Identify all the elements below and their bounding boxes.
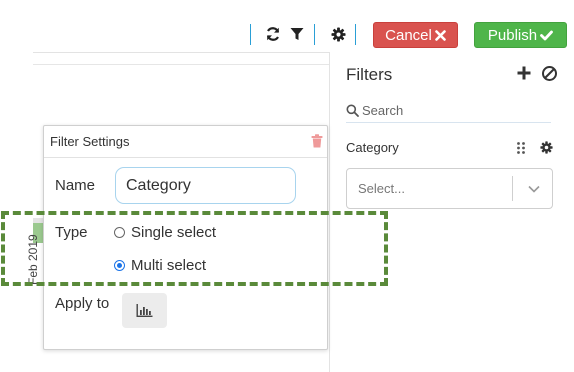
close-icon (435, 29, 446, 41)
add-filter-icon[interactable] (516, 65, 532, 81)
category-select[interactable]: Select... (346, 168, 553, 209)
canvas-divider (33, 64, 329, 65)
filter-search[interactable] (346, 99, 551, 123)
popup-header: Filter Settings (44, 126, 327, 158)
category-select-placeholder: Select... (358, 181, 405, 196)
select-divider (512, 176, 513, 201)
publish-button[interactable]: Publish (474, 22, 567, 48)
filters-panel: Filters Category Select... (329, 52, 574, 372)
category-filter-label: Category (346, 140, 399, 155)
radio-single-select[interactable]: Single select (114, 224, 216, 241)
bar-chart-icon (136, 304, 153, 317)
toolbar-separator (355, 24, 356, 45)
refresh-icon[interactable] (264, 25, 282, 43)
toolbar-separator (314, 24, 315, 45)
cancel-button[interactable]: Cancel (373, 22, 458, 48)
radio-button[interactable] (114, 260, 125, 271)
cancel-label: Cancel (385, 26, 432, 44)
search-icon (346, 104, 359, 117)
category-settings-icon[interactable] (540, 141, 553, 154)
popup-title: Filter Settings (50, 134, 130, 149)
trash-icon[interactable] (311, 134, 323, 148)
name-label: Name (55, 177, 96, 194)
radio-label: Single select (131, 224, 217, 241)
check-icon (540, 30, 553, 40)
toolbar: Cancel Publish (0, 0, 574, 52)
filter-icon[interactable] (288, 25, 306, 43)
filter-settings-popup: Filter Settings Name Type Single select … (43, 125, 328, 350)
publish-label: Publish (487, 26, 538, 44)
radio-multi-select[interactable]: Multi select (114, 257, 206, 274)
filters-title: Filters (346, 65, 393, 84)
radio-label: Multi select (131, 257, 207, 274)
toolbar-separator (250, 24, 251, 45)
clear-filters-icon[interactable] (541, 65, 558, 82)
radio-button[interactable] (114, 227, 125, 238)
chevron-down-icon (527, 182, 541, 196)
name-input[interactable] (115, 167, 296, 204)
gear-icon[interactable] (329, 25, 347, 43)
apply-to-chart-button[interactable] (122, 293, 167, 328)
apply-to-label: Apply to (55, 295, 110, 312)
chart-axis-label: Feb 2019 (26, 234, 40, 285)
drag-handle-icon[interactable] (516, 141, 526, 155)
search-input[interactable] (362, 103, 542, 118)
type-label: Type (55, 224, 88, 241)
